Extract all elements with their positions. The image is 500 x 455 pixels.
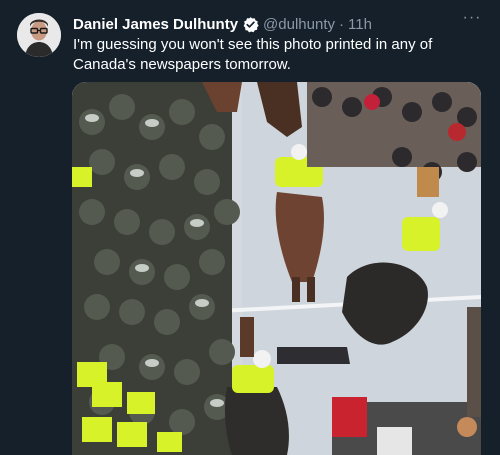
tweet-header: Daniel James Dulhunty @dulhunty · 11h: [73, 14, 372, 34]
author-name[interactable]: Daniel James Dulhunty: [73, 16, 238, 33]
person-icon: [17, 13, 61, 57]
tweet-photo[interactable]: [72, 82, 481, 455]
tweet-text: I'm guessing you won't see this photo pr…: [73, 36, 433, 73]
timestamp[interactable]: 11h: [348, 16, 372, 33]
tweet[interactable]: Daniel James Dulhunty @dulhunty · 11h ··…: [0, 0, 500, 455]
separator-dot: ·: [339, 15, 344, 33]
more-options-icon[interactable]: ···: [462, 10, 482, 28]
avatar[interactable]: [17, 13, 61, 57]
verified-badge-icon: [242, 16, 259, 33]
author-handle[interactable]: @dulhunty: [263, 16, 335, 33]
police-horses-crowd-photo: [72, 82, 481, 455]
